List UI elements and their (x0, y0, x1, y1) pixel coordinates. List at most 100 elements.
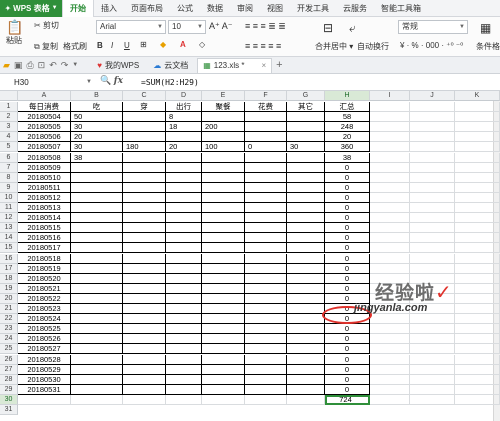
cell-d8[interactable] (166, 173, 202, 183)
tab-my-wps[interactable]: ♥ 我的WPS (92, 58, 144, 73)
cell-e30[interactable] (202, 395, 245, 405)
cell-a5[interactable]: 20180507 (18, 142, 71, 152)
cell-d23[interactable] (166, 324, 202, 334)
font-name-select[interactable]: Arial ▼ (96, 20, 166, 34)
cell-e5[interactable]: 100 (202, 142, 245, 152)
cell-h25[interactable]: 0 (325, 344, 370, 354)
cell-d12[interactable] (166, 213, 202, 223)
cell-e6[interactable] (202, 153, 245, 163)
cell-j27[interactable] (410, 365, 455, 375)
row-header-30[interactable]: 30 (0, 395, 18, 405)
cell-h15[interactable]: 0 (325, 243, 370, 253)
cell-h17[interactable]: 0 (325, 264, 370, 274)
cell-e22[interactable] (202, 314, 245, 324)
cell-c13[interactable] (123, 223, 166, 233)
cell-f4[interactable] (245, 132, 287, 142)
cell-i14[interactable] (370, 233, 410, 243)
cell-k15[interactable] (455, 243, 500, 253)
cell-h9[interactable]: 0 (325, 183, 370, 193)
cell-d14[interactable] (166, 233, 202, 243)
cell-g27[interactable] (287, 365, 325, 375)
cell-k6[interactable] (455, 153, 500, 163)
cell-j30[interactable] (410, 395, 455, 405)
cell-h28[interactable]: 0 (325, 375, 370, 385)
cell-a19[interactable]: 20180521 (18, 284, 71, 294)
font-grow-button[interactable]: A⁺ A⁻ (209, 21, 233, 32)
cell-j3[interactable] (410, 122, 455, 132)
format-painter-button[interactable]: 格式刷 (63, 41, 87, 52)
cell-g6[interactable] (287, 153, 325, 163)
cell-j23[interactable] (410, 324, 455, 334)
row-header-12[interactable]: 12 (0, 213, 18, 223)
cell-d13[interactable] (166, 223, 202, 233)
cell-c30[interactable] (123, 395, 166, 405)
cell-j25[interactable] (410, 344, 455, 354)
cell-h26[interactable]: 0 (325, 355, 370, 365)
column-header-i[interactable]: I (370, 91, 410, 101)
cell-a24[interactable]: 20180526 (18, 334, 71, 344)
cell-d5[interactable]: 20 (166, 142, 202, 152)
menu-item-toolbox[interactable]: 智能工具箱 (374, 0, 428, 17)
cell-a30[interactable] (18, 395, 71, 405)
menu-item-home[interactable]: 开始 (62, 0, 94, 17)
cell-c6[interactable] (123, 153, 166, 163)
cell-i4[interactable] (370, 132, 410, 142)
tab-cloud-docs[interactable]: ☁ 云文档 (148, 58, 193, 73)
row-header-21[interactable]: 21 (0, 304, 18, 314)
cell-f26[interactable] (245, 355, 287, 365)
menu-item-developer[interactable]: 开发工具 (290, 0, 336, 17)
cell-c7[interactable] (123, 163, 166, 173)
cell-c12[interactable] (123, 213, 166, 223)
row-header-8[interactable]: 8 (0, 173, 18, 183)
cell-c28[interactable] (123, 375, 166, 385)
cell-j9[interactable] (410, 183, 455, 193)
cell-e29[interactable] (202, 385, 245, 395)
cell-a15[interactable]: 20180517 (18, 243, 71, 253)
cell-c9[interactable] (123, 183, 166, 193)
cell-j22[interactable] (410, 314, 455, 324)
cell-a10[interactable]: 20180512 (18, 193, 71, 203)
folder-icon[interactable]: ▰ (3, 60, 10, 71)
cell-d2[interactable]: 8 (166, 112, 202, 122)
cell-c19[interactable] (123, 284, 166, 294)
cell-g12[interactable] (287, 213, 325, 223)
column-header-h[interactable]: H (325, 91, 370, 101)
menu-item-review[interactable]: 审阅 (230, 0, 260, 17)
cell-b20[interactable] (71, 294, 123, 304)
cell-c8[interactable] (123, 173, 166, 183)
cell-d25[interactable] (166, 344, 202, 354)
cell-e10[interactable] (202, 193, 245, 203)
bold-button[interactable]: B (97, 41, 103, 50)
row-header-20[interactable]: 20 (0, 294, 18, 304)
cell-j5[interactable] (410, 142, 455, 152)
cell-c2[interactable] (123, 112, 166, 122)
italic-button[interactable]: I (111, 41, 113, 50)
font-color-icon[interactable]: A (180, 40, 186, 49)
cell-a8[interactable]: 20180510 (18, 173, 71, 183)
row-header-11[interactable]: 11 (0, 203, 18, 213)
cell-a23[interactable]: 20180525 (18, 324, 71, 334)
row-header-22[interactable]: 22 (0, 314, 18, 324)
cell-j1[interactable] (410, 102, 455, 112)
cell-g16[interactable] (287, 254, 325, 264)
cell-k30[interactable] (455, 395, 500, 405)
cell-e9[interactable] (202, 183, 245, 193)
cell-k17[interactable] (455, 264, 500, 274)
cell-h27[interactable]: 0 (325, 365, 370, 375)
cell-c17[interactable] (123, 264, 166, 274)
cell-a7[interactable]: 20180509 (18, 163, 71, 173)
cell-f21[interactable] (245, 304, 287, 314)
cell-b17[interactable] (71, 264, 123, 274)
cell-k26[interactable] (455, 355, 500, 365)
cell-f6[interactable] (245, 153, 287, 163)
cell-b25[interactable] (71, 344, 123, 354)
cell-i9[interactable] (370, 183, 410, 193)
cell-c26[interactable] (123, 355, 166, 365)
cell-d24[interactable] (166, 334, 202, 344)
cell-h8[interactable]: 0 (325, 173, 370, 183)
row-header-24[interactable]: 24 (0, 334, 18, 344)
cell-g22[interactable] (287, 314, 325, 324)
cell-h3[interactable]: 248 (325, 122, 370, 132)
cell-b19[interactable] (71, 284, 123, 294)
cell-b5[interactable]: 30 (71, 142, 123, 152)
